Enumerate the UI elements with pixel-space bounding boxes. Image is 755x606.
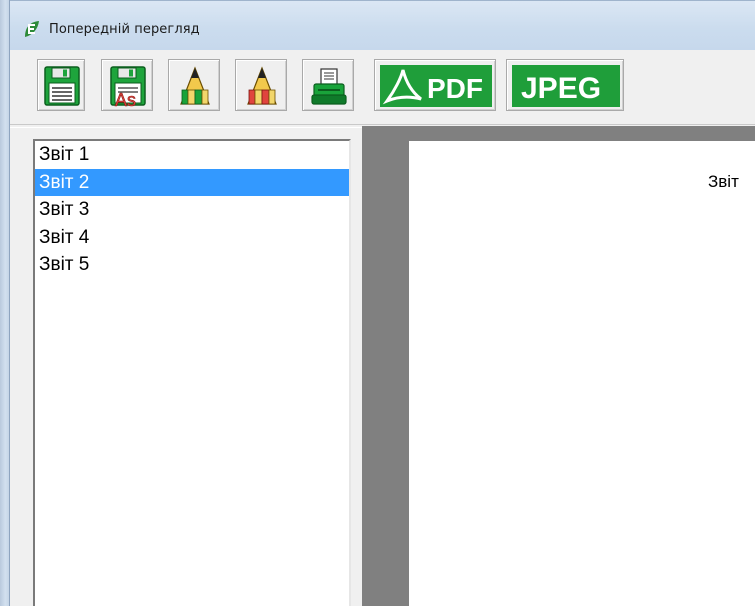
pdf-icon: PDF	[380, 65, 492, 107]
list-item[interactable]: Звіт 4	[35, 224, 349, 252]
list-item[interactable]: Звіт 5	[35, 251, 349, 279]
preview-page: Звіт	[409, 141, 755, 606]
floppy-disk-icon	[44, 66, 80, 106]
window-frame-left	[0, 0, 10, 606]
svg-text:As: As	[115, 90, 136, 110]
toolbar: As PDF JPEG	[10, 50, 755, 125]
edit-red-button[interactable]	[235, 59, 287, 111]
jpeg-icon: JPEG	[512, 65, 620, 107]
export-jpeg-button[interactable]: JPEG	[506, 59, 624, 111]
window-title: Попередній перегляд	[49, 22, 200, 37]
pencils-red-icon	[247, 66, 277, 105]
title-bar[interactable]: Попередній перегляд	[10, 0, 755, 51]
floppy-disk-save-as-icon: As	[110, 66, 146, 110]
reports-list[interactable]: Звіт 1 Звіт 2 Звіт 3 Звіт 4 Звіт 5	[33, 139, 351, 606]
printer-icon	[311, 68, 347, 105]
list-item[interactable]: Звіт 1	[35, 141, 349, 169]
svg-text:JPEG: JPEG	[521, 72, 601, 105]
save-as-button[interactable]: As	[101, 59, 153, 111]
svg-text:PDF: PDF	[427, 73, 483, 104]
edit-green-button[interactable]	[168, 59, 220, 111]
pencils-green-icon	[180, 66, 210, 105]
save-button[interactable]	[37, 59, 85, 111]
app-leaf-icon	[23, 20, 41, 38]
page-title: Звіт	[708, 172, 739, 191]
print-button[interactable]	[302, 59, 354, 111]
export-pdf-button[interactable]: PDF	[374, 59, 496, 111]
list-item[interactable]: Звіт 3	[35, 196, 349, 224]
list-item[interactable]: Звіт 2	[35, 168, 349, 196]
